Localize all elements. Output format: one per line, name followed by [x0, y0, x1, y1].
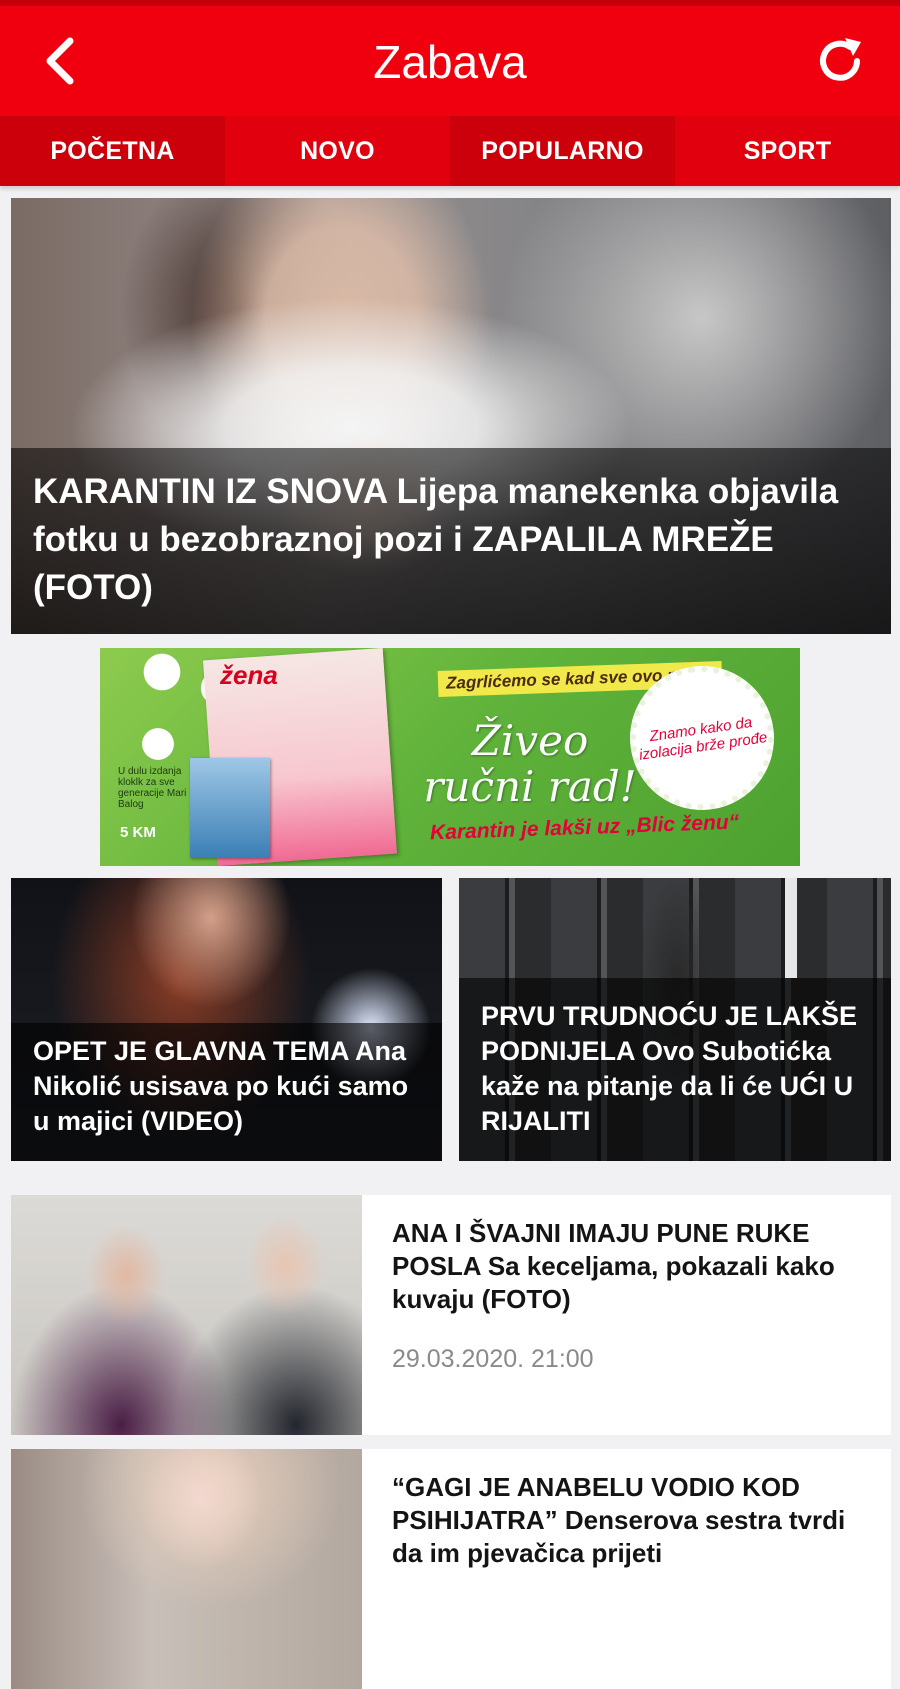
hero-article[interactable]: KARANTIN IZ SNOVA Lijepa manekenka objav… [11, 198, 891, 634]
article-card[interactable]: PRVU TRUDNOĆU JE LAKŠE PODNIJELA Ovo Sub… [459, 878, 891, 1161]
card-headline: PRVU TRUDNOĆU JE LAKŠE PODNIJELA Ovo Sub… [481, 1001, 858, 1136]
article-thumbnail [11, 1449, 362, 1689]
refresh-button[interactable] [810, 31, 870, 91]
card-headline: OPET JE GLAVNA TEMA Ana Nikolić usisava … [33, 1036, 409, 1136]
list-item[interactable]: “GAGI JE ANABELU VODIO KOD PSIHIJATRA” D… [11, 1449, 891, 1689]
list-item[interactable]: ANA I ŠVAJNI IMAJU PUNE RUKE POSLA Sa ke… [11, 1195, 891, 1435]
magazine-logo: žena [220, 660, 278, 690]
tab-popularno[interactable]: POPULARNO [450, 116, 675, 186]
article-card[interactable]: OPET JE GLAVNA TEMA Ana Nikolić usisava … [11, 878, 442, 1161]
tab-label: POPULARNO [481, 136, 644, 165]
ad-price: 5 KM [120, 824, 156, 841]
app-bar: Zabava [0, 6, 900, 116]
tab-sport[interactable]: SPORT [675, 116, 900, 186]
image-detail [785, 878, 797, 978]
hero-headline: KARANTIN IZ SNOVA Lijepa manekenka objav… [33, 472, 839, 607]
article-title: “GAGI JE ANABELU VODIO KOD PSIHIJATRA” D… [392, 1472, 846, 1568]
ad-badge-text: Znamo kako da izolacija brže prođe [638, 713, 769, 764]
article-title: ANA I ŠVAJNI IMAJU PUNE RUKE POSLA Sa ke… [392, 1218, 835, 1314]
page-title: Zabava [373, 36, 527, 88]
ad-side-text: U dulu izdanja kloklk za sve generacije … [118, 766, 187, 810]
ad-main-text: Živeo ručni rad! [423, 716, 637, 811]
tab-novo[interactable]: NOVO [225, 116, 450, 186]
ad-banner[interactable]: žena U dulu izdanja kloklk za sve genera… [100, 648, 800, 866]
tab-label: SPORT [743, 136, 832, 165]
tab-pocetna[interactable]: POČETNA [0, 116, 225, 186]
article-date: 29.03.2020. 21:00 [392, 1345, 594, 1373]
tab-label: NOVO [300, 136, 375, 165]
refresh-icon [820, 38, 861, 81]
tab-bar: POČETNA NOVO POPULARNO SPORT [0, 116, 900, 186]
small-magazine-image [190, 758, 270, 858]
article-thumbnail [11, 1195, 362, 1435]
tab-label: POČETNA [50, 136, 175, 165]
ad-bottom-text: Karantin je lakši uz „Blic ženu“ [429, 810, 740, 845]
